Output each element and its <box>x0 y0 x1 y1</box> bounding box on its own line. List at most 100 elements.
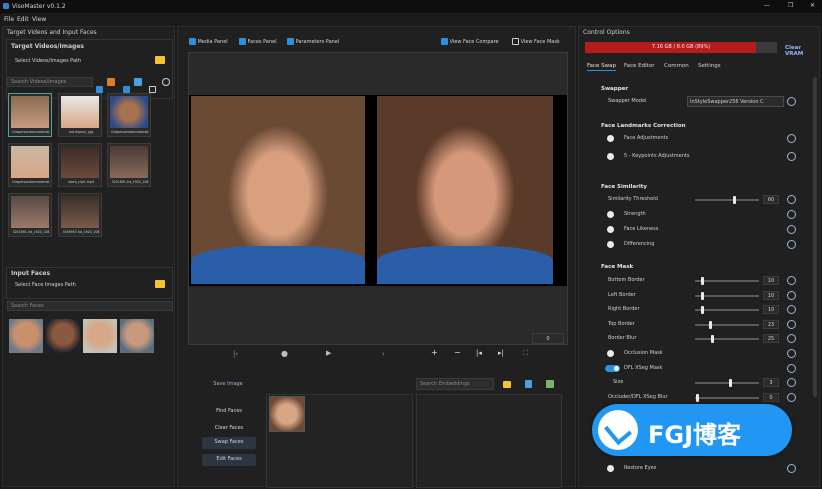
find-faces-button[interactable]: Find Faces <box>202 406 256 418</box>
clear-faces-button[interactable]: Clear Faces <box>202 423 256 435</box>
fullscreen-icon[interactable]: ⛶ <box>523 349 528 358</box>
keypoints-toggle[interactable] <box>607 153 614 160</box>
reset-icon[interactable] <box>787 152 796 161</box>
tab-common[interactable]: Common <box>664 63 689 69</box>
reset-icon[interactable] <box>787 334 796 343</box>
close-button[interactable]: ✕ <box>810 2 815 9</box>
faces-panel-toggle[interactable]: Faces Panel <box>239 38 277 45</box>
remove-marker-icon[interactable]: − <box>454 348 461 357</box>
menu-file[interactable]: File <box>4 16 14 23</box>
input-face-thumb[interactable] <box>9 319 43 353</box>
similarity-slider[interactable] <box>695 196 759 204</box>
reset-icon[interactable] <box>787 378 796 387</box>
reset-icon[interactable] <box>787 134 796 143</box>
menu-edit[interactable]: Edit <box>17 16 29 23</box>
left-border-slider[interactable] <box>695 292 759 300</box>
dfl-xseg-toggle[interactable] <box>605 365 620 372</box>
record-icon[interactable]: ● <box>281 349 288 358</box>
detected-faces-area <box>266 394 413 488</box>
input-face-thumb[interactable] <box>120 319 154 353</box>
target-thumb[interactable]: thispersondoesnotexist <box>107 93 151 137</box>
reset-icon[interactable] <box>787 464 796 473</box>
next-marker-icon[interactable]: › <box>382 350 385 358</box>
reset-icon[interactable] <box>787 291 796 300</box>
top-border-value[interactable]: 23 <box>763 320 779 329</box>
occluder-blur-value[interactable]: 0 <box>763 393 779 402</box>
reset-icon[interactable] <box>787 349 796 358</box>
detected-face-thumb[interactable] <box>269 396 305 432</box>
play-icon[interactable]: ▶ <box>326 349 331 357</box>
face-likeness-toggle[interactable] <box>607 226 614 233</box>
restore-eyes-toggle[interactable] <box>607 465 614 472</box>
occluder-blur-slider[interactable] <box>695 394 759 402</box>
reset-icon[interactable] <box>787 305 796 314</box>
view-face-mask-toggle[interactable]: View Face Mask <box>512 38 560 45</box>
differencing-toggle[interactable] <box>607 241 614 248</box>
target-thumb[interactable]: rod-dupixy_.jpg <box>58 93 102 137</box>
add-marker-icon[interactable]: + <box>431 348 438 357</box>
bottom-border-value[interactable]: 10 <box>763 276 779 285</box>
size-value[interactable]: 3 <box>763 378 779 387</box>
bottom-border-slider[interactable] <box>695 277 759 285</box>
tab-face-editor[interactable]: Face Editor <box>624 63 654 69</box>
search-target-input[interactable]: Search Videos/Images <box>7 77 93 87</box>
right-border-slider[interactable] <box>695 306 759 314</box>
reset-icon[interactable] <box>787 320 796 329</box>
target-thumb[interactable]: thispersondoesnotexist <box>8 93 52 137</box>
minimize-button[interactable]: — <box>764 2 770 9</box>
left-border-value[interactable]: 10 <box>763 291 779 300</box>
save-image-button[interactable]: Save Image <box>198 381 258 387</box>
go-start-icon[interactable]: |◂ <box>476 349 482 357</box>
input-face-thumb[interactable] <box>83 319 117 353</box>
media-panel-toggle[interactable]: Media Panel <box>189 38 228 45</box>
reset-icon[interactable] <box>787 364 796 373</box>
similarity-value[interactable]: 60 <box>763 195 779 204</box>
swap-faces-button[interactable]: Swap Faces <box>202 437 256 449</box>
reset-icon[interactable] <box>787 276 796 285</box>
reset-icon[interactable] <box>787 240 796 249</box>
menu-view[interactable]: View <box>32 16 46 23</box>
swapper-model-select[interactable]: InStyleSwapper256 Version C <box>687 96 784 107</box>
target-thumb[interactable]: 3201691-hd_1920_108 <box>107 143 151 187</box>
right-border-value[interactable]: 10 <box>763 305 779 314</box>
scrollbar[interactable] <box>813 77 817 397</box>
target-thumb[interactable]: stock_clip1.mp4 <box>58 143 102 187</box>
clear-vram-button[interactable]: Clear VRAM <box>785 45 819 57</box>
maximize-button[interactable]: ❐ <box>788 2 793 9</box>
edit-faces-button[interactable]: Edit Faces <box>202 454 256 466</box>
save-embeddings-icon[interactable] <box>525 380 532 388</box>
reset-icon[interactable] <box>787 225 796 234</box>
target-thumb[interactable]: thispersondoesnotexist <box>8 143 52 187</box>
video-viewer[interactable] <box>188 52 568 345</box>
reset-icon[interactable] <box>787 195 796 204</box>
go-end-icon[interactable]: ▸| <box>498 349 504 357</box>
select-target-path[interactable]: Select Videos/Images Path <box>15 58 81 64</box>
tab-settings[interactable]: Settings <box>698 63 721 69</box>
open-embeddings-icon[interactable] <box>503 381 511 388</box>
save-as-embeddings-icon[interactable] <box>546 380 554 388</box>
search-faces-input[interactable]: Search Faces <box>7 301 173 311</box>
face-adjustments-toggle[interactable] <box>607 135 614 142</box>
top-border-slider[interactable] <box>695 321 759 329</box>
reset-icon[interactable] <box>787 393 796 402</box>
view-face-compare-toggle[interactable]: View Face Compare <box>441 38 499 45</box>
video-filter-icon <box>134 78 142 86</box>
strength-toggle[interactable] <box>607 211 614 218</box>
folder-icon[interactable] <box>155 280 165 288</box>
target-thumb[interactable]: 3201691-hd_1920_108 <box>8 193 52 237</box>
input-face-thumb[interactable] <box>46 319 80 353</box>
tab-face-swap[interactable]: Face Swap <box>587 63 617 71</box>
occlusion-mask-toggle[interactable] <box>607 350 614 357</box>
reset-icon[interactable] <box>787 210 796 219</box>
prev-marker-icon[interactable]: |‹ <box>233 350 238 358</box>
frame-number-input[interactable]: 0 <box>532 333 564 344</box>
target-thumb[interactable]: 3169957-hd_1920_108 <box>58 193 102 237</box>
border-blur-value[interactable]: 25 <box>763 334 779 343</box>
search-embeddings-input[interactable]: Search Embeddings <box>416 378 494 390</box>
parameters-panel-toggle[interactable]: Parameters Panel <box>287 38 339 45</box>
select-input-path[interactable]: Select Face Images Path <box>15 282 76 288</box>
reset-icon[interactable] <box>787 97 796 106</box>
size-slider[interactable] <box>695 379 759 387</box>
folder-icon[interactable] <box>155 56 165 64</box>
border-blur-slider[interactable] <box>695 335 759 343</box>
